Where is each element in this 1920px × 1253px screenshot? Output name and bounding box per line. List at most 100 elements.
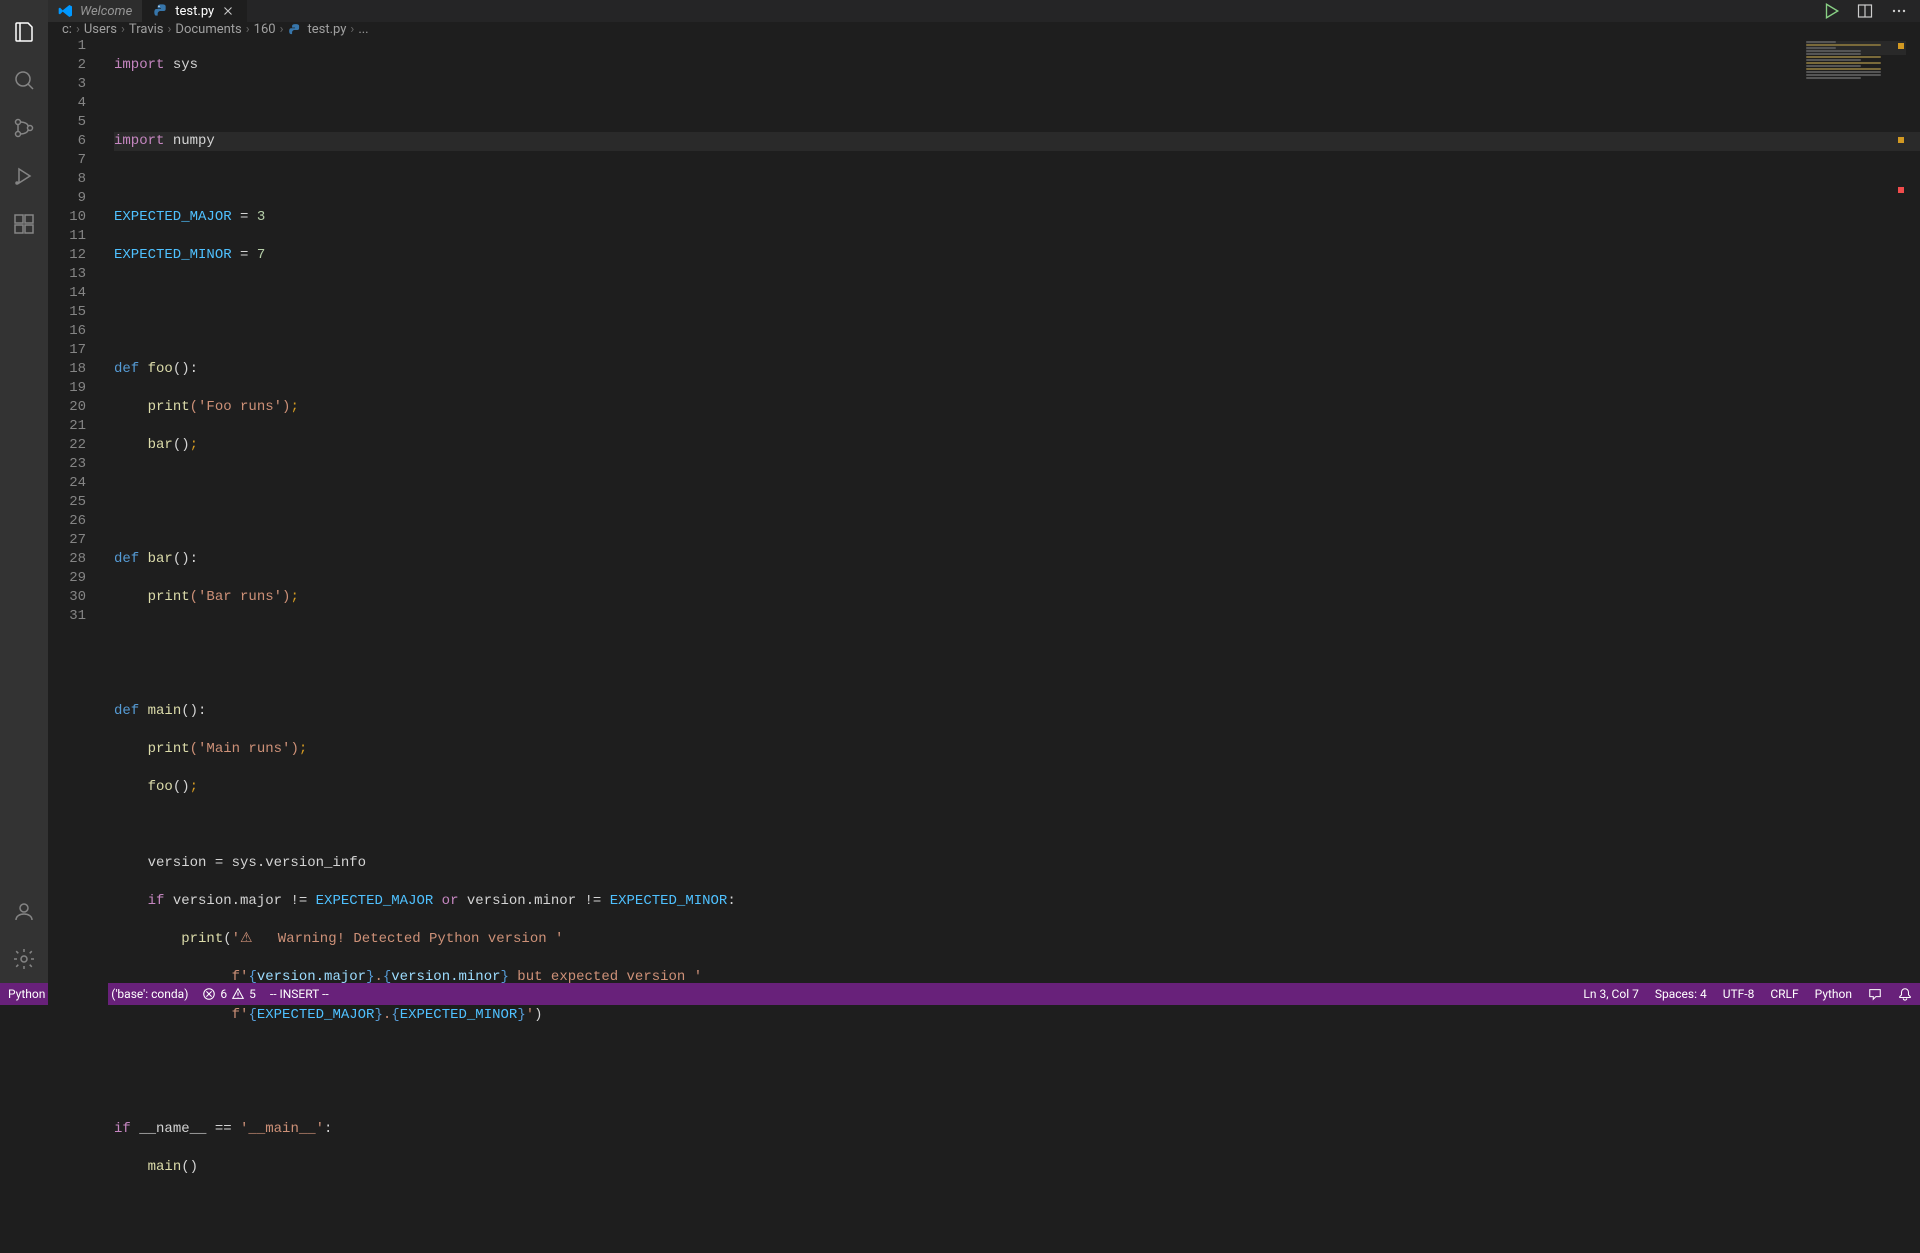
more-actions-icon[interactable] <box>1888 0 1910 22</box>
search-icon[interactable] <box>0 56 48 104</box>
token: '__main__' <box>240 1121 324 1137</box>
breadcrumb-item[interactable]: c: <box>62 22 72 37</box>
token: __name__ == <box>131 1121 240 1137</box>
token: : <box>727 893 735 909</box>
chevron-right-icon: › <box>280 22 284 37</box>
token: print <box>148 589 190 605</box>
token: (): <box>173 361 198 377</box>
token: (): <box>181 703 206 719</box>
token: bar <box>148 551 173 567</box>
token: EXPECTED_MAJOR <box>114 209 232 225</box>
breadcrumb-item[interactable]: test.py <box>288 22 347 37</box>
token: } <box>517 1007 525 1023</box>
breadcrumb[interactable]: c: › Users › Travis › Documents › 160 › … <box>48 22 1920 37</box>
token: version.minor != <box>467 893 610 909</box>
split-editor-icon[interactable] <box>1854 0 1876 22</box>
breadcrumb-item[interactable]: Documents <box>175 22 241 37</box>
token: ('Foo runs') <box>190 399 291 415</box>
token: def <box>114 551 148 567</box>
token: EXPECTED_MINOR <box>114 247 232 263</box>
token: f' <box>232 1007 249 1023</box>
token: main <box>148 703 182 719</box>
vscode-icon <box>58 3 74 19</box>
breadcrumb-item[interactable]: Travis <box>129 22 164 37</box>
token: (): <box>173 551 198 567</box>
tab-bar: Welcome test.py <box>48 0 1920 22</box>
run-file-icon[interactable] <box>1820 0 1842 22</box>
token: import <box>114 57 164 73</box>
token: { <box>248 969 256 985</box>
token: () <box>173 779 190 795</box>
token: print <box>181 931 223 947</box>
token: EXPECTED_MINOR <box>610 893 728 909</box>
token: def <box>114 361 148 377</box>
token: = <box>232 247 257 263</box>
token: bar <box>148 437 173 453</box>
tab-welcome[interactable]: Welcome <box>48 0 143 22</box>
token: ) <box>534 1007 542 1023</box>
token: import <box>114 133 164 149</box>
chevron-right-icon: › <box>121 22 125 37</box>
line-number-gutter: 1234567891011121314151617181920212223242… <box>48 37 108 1253</box>
run-debug-icon[interactable] <box>0 152 48 200</box>
token: version.minor <box>391 969 500 985</box>
chevron-right-icon: › <box>350 22 354 37</box>
token: def <box>114 703 148 719</box>
token: or <box>433 893 467 909</box>
token: = <box>232 209 257 225</box>
token: . <box>383 1007 391 1023</box>
chevron-right-icon: › <box>76 22 80 37</box>
token: f' <box>232 969 249 985</box>
token: print <box>148 399 190 415</box>
token: ( <box>223 931 231 947</box>
explorer-icon[interactable] <box>0 8 48 56</box>
token: foo <box>148 779 173 795</box>
token: 7 <box>257 247 265 263</box>
extensions-icon[interactable] <box>0 200 48 248</box>
token: () <box>181 1159 198 1175</box>
accounts-icon[interactable] <box>0 887 48 935</box>
token: () <box>173 437 190 453</box>
token: ('Main runs') <box>190 741 299 757</box>
breadcrumb-item[interactable]: ... <box>358 22 368 37</box>
editor-area: Welcome test.py <box>48 0 1920 983</box>
breadcrumb-item[interactable]: Users <box>84 22 117 37</box>
token: numpy <box>164 133 214 149</box>
token: . <box>374 969 382 985</box>
token: EXPECTED_MINOR <box>400 1007 518 1023</box>
code-content[interactable]: import sys import numpy EXPECTED_MAJOR =… <box>108 37 1920 1253</box>
close-icon[interactable] <box>220 3 236 19</box>
token: but expected version <box>509 969 694 985</box>
tab-label: Welcome <box>80 4 132 19</box>
activity-bar <box>0 0 48 983</box>
tab-label: test.py <box>175 4 214 19</box>
token: main <box>148 1159 182 1175</box>
token: EXPECTED_MAJOR <box>316 893 434 909</box>
settings-gear-icon[interactable] <box>0 935 48 983</box>
chevron-right-icon: › <box>168 22 172 37</box>
token: { <box>391 1007 399 1023</box>
python-file-icon <box>153 3 169 19</box>
breadcrumb-label: test.py <box>308 22 347 37</box>
token: '⚠ Warning! Detected Python version ' <box>232 931 564 947</box>
token: ' <box>526 1007 534 1023</box>
token: if <box>114 1121 131 1137</box>
token: if <box>148 893 165 909</box>
token: 3 <box>257 209 265 225</box>
chevron-right-icon: › <box>246 22 250 37</box>
tab-testpy[interactable]: test.py <box>143 0 247 22</box>
token: { <box>248 1007 256 1023</box>
token: version = sys.version_info <box>114 855 366 871</box>
token: version.major != <box>164 893 315 909</box>
breadcrumb-item[interactable]: 160 <box>254 22 276 37</box>
token: print <box>148 741 190 757</box>
source-control-icon[interactable] <box>0 104 48 152</box>
code-editor[interactable]: 1234567891011121314151617181920212223242… <box>48 37 1920 1253</box>
token: foo <box>148 361 173 377</box>
token: sys <box>164 57 198 73</box>
token: EXPECTED_MAJOR <box>257 1007 375 1023</box>
token: : <box>324 1121 332 1137</box>
token: version.major <box>257 969 366 985</box>
token: } <box>501 969 509 985</box>
token: ' <box>694 969 702 985</box>
